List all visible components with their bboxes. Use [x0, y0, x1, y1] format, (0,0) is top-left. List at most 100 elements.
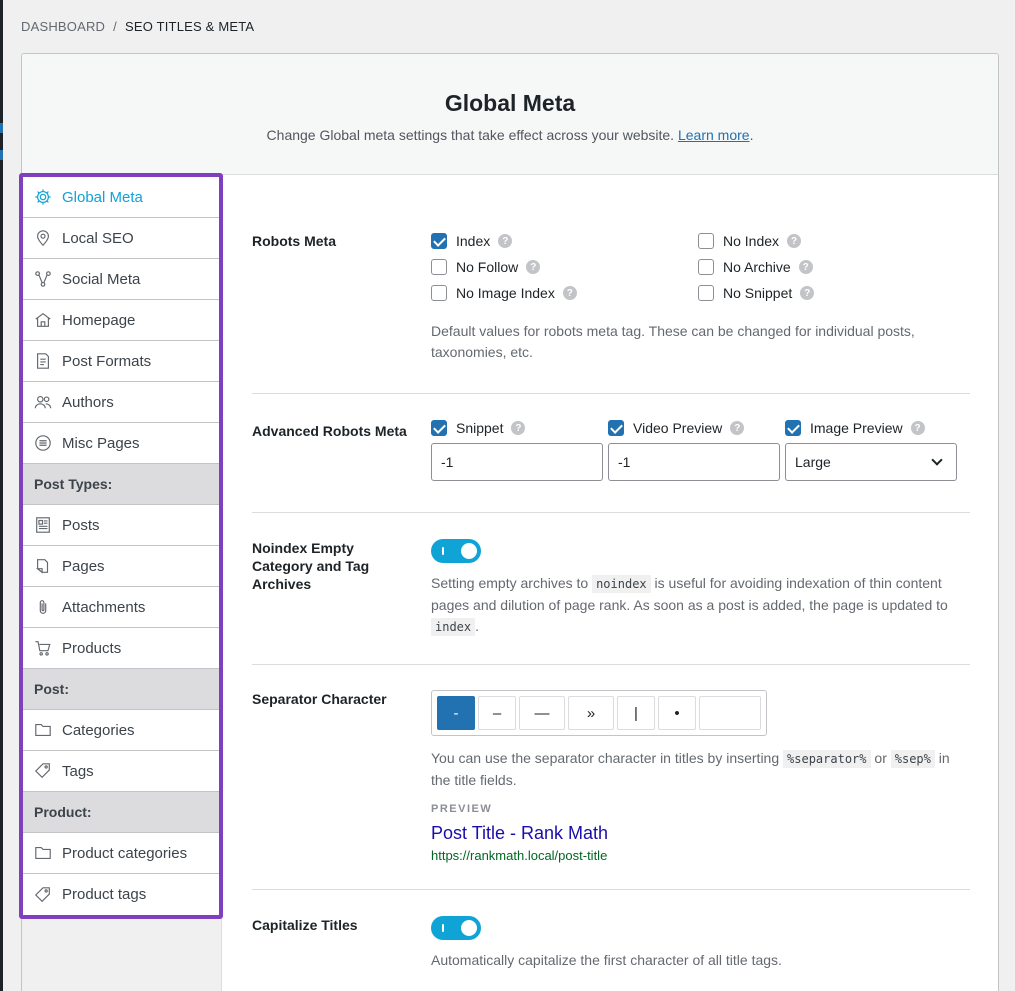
gear-icon: [33, 187, 53, 207]
admin-menu-edge: [0, 0, 3, 991]
desc-text: .: [475, 618, 480, 634]
sidebar-item-label: Misc Pages: [62, 434, 140, 452]
checkbox-video-preview[interactable]: Video Preview?: [608, 419, 780, 437]
page-header: Global Meta Change Global meta settings …: [22, 54, 998, 175]
noindex-empty-field: Setting empty archives to noindex is use…: [431, 539, 970, 638]
noindex-empty-label: Noindex Empty Category and Tag Archives: [252, 540, 370, 592]
checkbox-box[interactable]: [431, 259, 447, 275]
advanced-robots-row: Advanced Robots Meta Snippet? -1 Video P…: [252, 394, 970, 513]
settings-content: Robots Meta Index? No Index? No Follow? …: [252, 175, 970, 991]
sidebar-item-attachments[interactable]: Attachments: [23, 587, 219, 628]
sidebar-item-homepage[interactable]: Homepage: [23, 300, 219, 341]
separator-option-dash[interactable]: -: [437, 696, 475, 730]
separator-option-em-dash[interactable]: —: [519, 696, 565, 730]
sidebar-item-label: Pages: [62, 557, 105, 575]
sidebar-item-label: Posts: [62, 516, 100, 534]
toggle-on-bar: [442, 547, 444, 555]
sidebar-item-label: Categories: [62, 721, 135, 739]
help-icon[interactable]: ?: [910, 421, 925, 435]
noindex-empty-toggle[interactable]: [431, 539, 481, 563]
checkbox-no-archive[interactable]: No Archive?: [698, 258, 965, 276]
checkbox-image-preview[interactable]: Image Preview?: [785, 419, 957, 437]
sidebar-item-label: Tags: [62, 762, 94, 780]
checkbox-box[interactable]: [431, 420, 447, 436]
robots-meta-options: Index? No Index? No Follow? No Archive? …: [431, 232, 970, 302]
checkbox-no-image-index[interactable]: No Image Index?: [431, 284, 698, 302]
checkbox-box[interactable]: [431, 285, 447, 301]
sidebar-item-categories[interactable]: Categories: [23, 710, 219, 751]
help-icon[interactable]: ?: [800, 286, 815, 300]
capitalize-toggle[interactable]: [431, 916, 481, 940]
sidebar-group-post-types: Post Types:: [23, 464, 219, 505]
tag-icon: [33, 761, 53, 781]
video-preview-input[interactable]: -1: [608, 443, 780, 481]
desc-text: or: [874, 750, 887, 766]
separator-custom-input[interactable]: [699, 696, 761, 730]
checkbox-box[interactable]: [698, 285, 714, 301]
sidebar-item-label: Post Formats: [62, 352, 152, 370]
page-title: Global Meta: [444, 90, 576, 116]
sidebar-item-post-formats[interactable]: Post Formats: [23, 341, 219, 382]
breadcrumb-dashboard-link[interactable]: DASHBOARD: [21, 19, 105, 34]
checkbox-index[interactable]: Index?: [431, 232, 698, 250]
checkbox-snippet[interactable]: Snippet?: [431, 419, 603, 437]
snippet-length-input[interactable]: -1: [431, 443, 603, 481]
sidebar-item-posts[interactable]: Posts: [23, 505, 219, 546]
list-circle-icon: [33, 433, 53, 453]
separator-description: You can use the separator character in t…: [431, 748, 951, 791]
sidebar-item-products[interactable]: Products: [23, 628, 219, 669]
help-icon[interactable]: ?: [526, 260, 541, 274]
sidebar-item-misc-pages[interactable]: Misc Pages: [23, 423, 219, 464]
advanced-robots-video: Video Preview? -1: [608, 419, 780, 481]
checkbox-no-snippet[interactable]: No Snippet?: [698, 284, 965, 302]
sidebar-item-label: Product categories: [62, 844, 188, 862]
noindex-empty-description: Setting empty archives to noindex is use…: [431, 573, 966, 638]
separator-option-pipe[interactable]: |: [617, 696, 655, 730]
learn-more-link[interactable]: Learn more: [678, 127, 750, 143]
help-icon[interactable]: ?: [498, 234, 513, 248]
page-description-text: Change Global meta settings that take ef…: [266, 127, 675, 143]
checkbox-box[interactable]: [698, 233, 714, 249]
help-icon[interactable]: ?: [511, 421, 526, 435]
advanced-robots-columns: Snippet? -1 Video Preview? -1 Image Prev…: [431, 419, 970, 481]
help-icon[interactable]: ?: [562, 286, 577, 300]
help-icon[interactable]: ?: [798, 260, 813, 274]
paperclip-icon: [33, 597, 53, 617]
folder-icon: [33, 720, 53, 740]
checkbox-label: Snippet: [456, 420, 504, 436]
page-description-period: .: [749, 127, 754, 143]
sidebar-item-label: Social Meta: [62, 270, 141, 288]
separator-option-bullet[interactable]: •: [658, 696, 696, 730]
checkbox-box[interactable]: [608, 420, 624, 436]
sidebar-item-global-meta[interactable]: Global Meta: [23, 177, 219, 218]
sidebar-item-label: Global Meta: [62, 188, 143, 206]
checkbox-no-follow[interactable]: No Follow?: [431, 258, 698, 276]
sidebar-item-pages[interactable]: Pages: [23, 546, 219, 587]
breadcrumb-separator: /: [113, 19, 117, 34]
checkbox-no-index[interactable]: No Index?: [698, 232, 965, 250]
sidebar-item-local-seo[interactable]: Local SEO: [23, 218, 219, 259]
checkbox-label: No Image Index: [456, 285, 555, 301]
code-sep: %sep%: [890, 750, 935, 768]
separator-option-en-dash[interactable]: –: [478, 696, 516, 730]
sidebar-item-tags[interactable]: Tags: [23, 751, 219, 792]
checkbox-label: Video Preview: [633, 420, 723, 436]
separator-row: Separator Character - – — » | • You can …: [252, 665, 970, 890]
help-icon[interactable]: ?: [787, 234, 802, 248]
help-icon[interactable]: ?: [730, 421, 745, 435]
checkbox-box[interactable]: [785, 420, 801, 436]
image-preview-select[interactable]: Large: [785, 443, 957, 481]
separator-option-raquo[interactable]: »: [568, 696, 614, 730]
sidebar-item-authors[interactable]: Authors: [23, 382, 219, 423]
code-noindex: noindex: [592, 575, 651, 593]
cart-icon: [33, 638, 53, 658]
sidebar-item-product-categories[interactable]: Product categories: [23, 833, 219, 874]
checkbox-label: No Archive: [723, 259, 791, 275]
toggle-knob: [461, 543, 477, 559]
checkbox-label: No Snippet: [723, 285, 793, 301]
checkbox-box[interactable]: [698, 259, 714, 275]
sidebar-item-social-meta[interactable]: Social Meta: [23, 259, 219, 300]
checkbox-box[interactable]: [431, 233, 447, 249]
sidebar-item-product-tags[interactable]: Product tags: [23, 874, 219, 915]
location-pin-icon: [33, 228, 53, 248]
